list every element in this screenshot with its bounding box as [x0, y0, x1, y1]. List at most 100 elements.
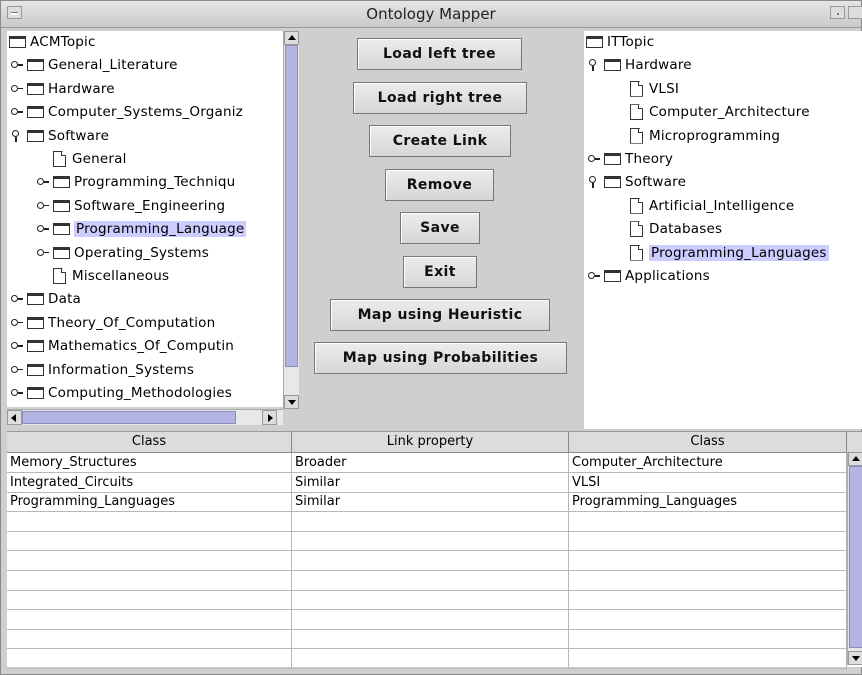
table-cell[interactable] [292, 649, 569, 668]
create-link-button[interactable]: Create Link [369, 125, 511, 157]
left-tree-node[interactable]: Mathematics_Of_Computin [11, 335, 234, 357]
collapsed-toggle-icon[interactable] [11, 293, 23, 305]
table-row[interactable] [7, 511, 847, 532]
left-tree-node[interactable]: General_Literature [11, 54, 178, 76]
left-tree-node[interactable]: Software [11, 125, 109, 147]
left-tree-node[interactable]: Operating_Systems [37, 242, 209, 264]
table-cell[interactable]: Computer_Architecture [569, 453, 847, 472]
left-ontology-tree[interactable]: ACMTopic General_Literature Hardware Comput… [7, 31, 283, 407]
collapsed-toggle-icon[interactable] [37, 176, 49, 188]
scroll-down-arrow-icon[interactable] [284, 395, 299, 409]
right-tree-node[interactable]: Databases [614, 218, 722, 240]
table-cell[interactable] [569, 511, 847, 531]
right-tree-node[interactable]: Programming_Languages [614, 242, 829, 264]
table-cell[interactable] [7, 649, 292, 668]
column-header-right-class[interactable]: Class [569, 432, 847, 452]
table-cell[interactable] [569, 590, 847, 610]
table-cell[interactable]: Programming_Languages [569, 492, 847, 512]
collapsed-toggle-icon[interactable] [11, 59, 23, 71]
table-cell[interactable] [7, 511, 292, 531]
table-cell[interactable]: Similar [292, 472, 569, 492]
table-cell[interactable] [7, 590, 292, 610]
collapsed-toggle-icon[interactable] [37, 200, 49, 212]
right-ontology-tree[interactable]: ITTopic Hardware VLSI Computer_Architecture… [584, 31, 862, 429]
column-header-left-class[interactable]: Class [7, 432, 292, 452]
maximize-icon[interactable] [848, 6, 862, 19]
left-tree-node[interactable]: Data [11, 288, 81, 310]
scroll-up-arrow-icon[interactable] [284, 31, 299, 45]
table-row[interactable]: Memory_Structures Broader Computer_Archite… [7, 453, 847, 473]
right-tree-node[interactable]: Software [588, 171, 686, 193]
right-tree-root[interactable]: ITTopic [586, 31, 654, 53]
table-cell[interactable] [292, 570, 569, 590]
left-tree-node[interactable]: Miscellaneous [37, 265, 169, 287]
left-tree-node[interactable]: Hardware [11, 78, 115, 100]
collapsed-toggle-icon[interactable] [588, 153, 600, 165]
table-cell[interactable] [569, 551, 847, 570]
expanded-toggle-icon[interactable] [588, 176, 600, 189]
left-tree-node[interactable]: General [37, 148, 127, 170]
collapsed-toggle-icon[interactable] [11, 387, 23, 399]
table-cell[interactable]: Broader [292, 453, 569, 472]
exit-button[interactable]: Exit [403, 256, 477, 288]
right-tree-node[interactable]: Theory [588, 148, 673, 170]
left-tree-hscroll-thumb[interactable] [22, 411, 236, 424]
left-tree-scroll-thumb[interactable] [285, 45, 298, 367]
table-row[interactable] [7, 609, 847, 630]
table-row[interactable]: Programming_Languages Similar Programming_… [7, 492, 847, 513]
table-scroll-thumb[interactable] [849, 466, 862, 648]
table-cell[interactable]: Similar [292, 492, 569, 512]
left-tree-node[interactable]: Computer_Systems_Organiz [11, 101, 243, 123]
expanded-toggle-icon[interactable] [11, 129, 23, 142]
collapsed-toggle-icon[interactable] [11, 106, 23, 118]
table-cell[interactable] [292, 629, 569, 649]
load-right-tree-button[interactable]: Load right tree [353, 82, 527, 114]
right-tree-node[interactable]: Applications [588, 265, 710, 287]
column-header-link-property[interactable]: Link property [292, 432, 569, 452]
table-row[interactable] [7, 629, 847, 650]
table-cell[interactable] [292, 531, 569, 551]
table-cell[interactable] [569, 570, 847, 590]
table-cell[interactable] [292, 590, 569, 610]
load-left-tree-button[interactable]: Load left tree [357, 38, 522, 70]
left-tree-node[interactable]: Programming_Language [37, 218, 247, 240]
save-button[interactable]: Save [400, 212, 480, 244]
right-tree-node[interactable]: Artificial_Intelligence [614, 195, 794, 217]
left-tree-node[interactable]: Theory_Of_Computation [11, 312, 215, 334]
remove-button[interactable]: Remove [385, 169, 494, 201]
table-cell[interactable] [569, 629, 847, 649]
left-tree-node[interactable]: Information_Systems [11, 359, 194, 381]
table-vertical-scrollbar[interactable] [847, 452, 862, 665]
left-tree-node[interactable]: Computing_Methodologies [11, 382, 232, 404]
table-row[interactable] [7, 531, 847, 552]
scroll-left-arrow-icon[interactable] [7, 410, 22, 425]
left-tree-vertical-scrollbar[interactable] [283, 31, 299, 409]
table-cell[interactable]: Memory_Structures [7, 453, 292, 472]
right-tree-node[interactable]: Hardware [588, 54, 692, 76]
table-cell[interactable] [292, 551, 569, 570]
table-cell[interactable] [7, 629, 292, 649]
table-row[interactable] [7, 649, 847, 669]
map-using-heuristic-button[interactable]: Map using Heuristic [330, 299, 550, 331]
minimize-icon[interactable] [830, 6, 845, 19]
table-row[interactable] [7, 551, 847, 571]
table-row[interactable] [7, 570, 847, 591]
collapsed-toggle-icon[interactable] [11, 340, 23, 352]
table-cell[interactable] [7, 531, 292, 551]
left-tree-node[interactable]: Computer_Applications [11, 405, 209, 407]
table-row[interactable] [7, 590, 847, 611]
left-tree-horizontal-scrollbar[interactable] [7, 409, 283, 425]
collapsed-toggle-icon[interactable] [11, 317, 23, 329]
left-tree-root[interactable]: ACMTopic [9, 31, 96, 53]
table-cell[interactable] [7, 551, 292, 570]
collapsed-toggle-icon[interactable] [11, 83, 23, 95]
table-cell[interactable] [7, 609, 292, 629]
right-tree-node[interactable]: VLSI [614, 78, 679, 100]
table-cell[interactable] [292, 609, 569, 629]
table-cell[interactable]: VLSI [569, 472, 847, 492]
table-cell[interactable] [7, 570, 292, 590]
table-scroll-down-arrow-icon[interactable] [848, 651, 862, 665]
table-cell[interactable]: Integrated_Circuits [7, 472, 292, 492]
left-tree-node[interactable]: Programming_Techniqu [37, 171, 235, 193]
table-cell[interactable]: Programming_Languages [7, 492, 292, 512]
